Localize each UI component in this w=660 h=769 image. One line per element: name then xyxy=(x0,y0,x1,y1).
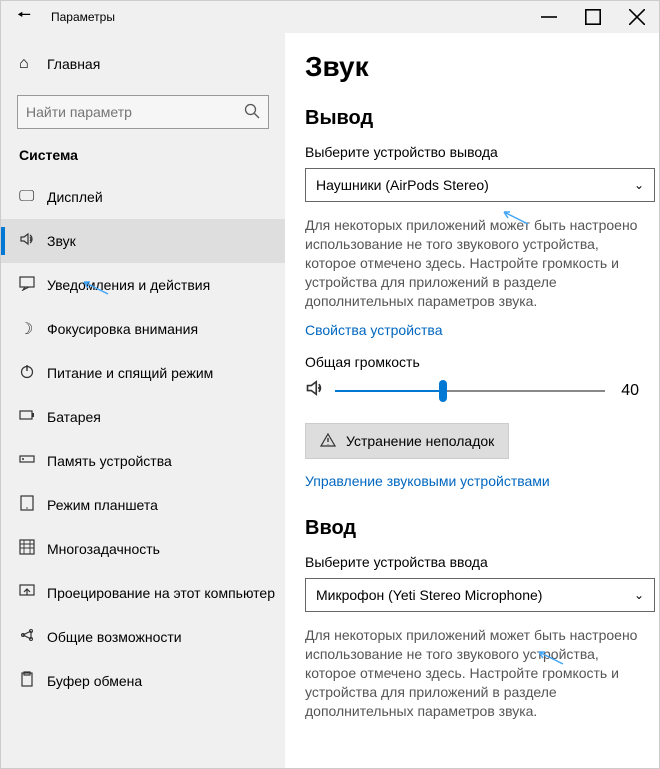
volume-label: Общая громкость xyxy=(305,354,639,370)
sidebar-item-label: Фокусировка внимания xyxy=(47,321,198,337)
sidebar: ⌂ Главная Система 🖵 Дисплей Звук Уведомл… xyxy=(1,33,285,768)
multitask-icon xyxy=(19,539,47,560)
sidebar-item-label: Батарея xyxy=(47,409,101,425)
content-pane: Звук Вывод Выберите устройство вывода На… xyxy=(285,33,659,768)
speaker-icon[interactable] xyxy=(305,378,325,403)
close-button[interactable] xyxy=(615,1,659,33)
output-heading: Вывод xyxy=(305,107,639,130)
output-device-selected: Наушники (AirPods Stereo) xyxy=(316,177,634,193)
sidebar-item-label: Многозадачность xyxy=(47,541,160,557)
input-description: Для некоторых приложений может быть наст… xyxy=(305,626,639,720)
page-title: Звук xyxy=(305,51,639,83)
sidebar-item-shared[interactable]: Общие возможности xyxy=(1,615,285,659)
sidebar-item-display[interactable]: 🖵 Дисплей xyxy=(1,175,285,219)
clipboard-icon xyxy=(19,671,47,692)
tablet-icon xyxy=(19,495,47,516)
sidebar-item-label: Дисплей xyxy=(47,189,103,205)
volume-value: 40 xyxy=(621,382,639,400)
search-box[interactable] xyxy=(17,95,269,129)
sidebar-item-label: Общие возможности xyxy=(47,629,182,645)
sidebar-item-label: Питание и спящий режим xyxy=(47,365,213,381)
chevron-down-icon: ⌄ xyxy=(634,588,644,602)
sidebar-item-label: Звук xyxy=(47,233,76,249)
input-heading: Ввод xyxy=(305,517,639,540)
sidebar-item-storage[interactable]: Память устройства xyxy=(1,439,285,483)
warning-icon xyxy=(320,432,336,451)
sidebar-item-label: Уведомления и действия xyxy=(47,277,210,293)
maximize-button[interactable] xyxy=(571,1,615,33)
sidebar-item-clipboard[interactable]: Буфер обмена xyxy=(1,659,285,703)
battery-icon xyxy=(19,407,47,428)
troubleshoot-label: Устранение неполадок xyxy=(346,433,494,449)
minimize-button[interactable] xyxy=(527,1,571,33)
sidebar-item-focus[interactable]: ☽ Фокусировка внимания xyxy=(1,307,285,351)
notifications-icon xyxy=(19,275,47,296)
chevron-down-icon: ⌄ xyxy=(634,178,644,192)
power-icon xyxy=(19,363,47,384)
window-title: Параметры xyxy=(47,10,527,24)
display-icon: 🖵 xyxy=(19,188,47,206)
input-select-label: Выберите устройства ввода xyxy=(305,554,639,570)
troubleshoot-button[interactable]: Устранение неполадок xyxy=(305,423,509,459)
sidebar-item-label: Проецирование на этот компьютер xyxy=(47,585,275,601)
device-properties-link[interactable]: Свойства устройства xyxy=(305,322,639,338)
sidebar-item-projecting[interactable]: Проецирование на этот компьютер xyxy=(1,571,285,615)
volume-row: 40 xyxy=(305,378,639,403)
sidebar-item-sound[interactable]: Звук xyxy=(1,219,285,263)
home-nav[interactable]: ⌂ Главная xyxy=(1,43,285,85)
sidebar-item-label: Режим планшета xyxy=(47,497,158,513)
home-label: Главная xyxy=(47,56,100,72)
sound-icon xyxy=(19,231,47,252)
sidebar-item-label: Память устройства xyxy=(47,453,172,469)
output-device-dropdown[interactable]: Наушники (AirPods Stereo) ⌄ xyxy=(305,168,655,202)
section-heading: Система xyxy=(1,147,285,175)
back-button[interactable]: 🠔 xyxy=(1,4,47,31)
maximize-icon xyxy=(585,9,601,25)
home-icon: ⌂ xyxy=(19,55,47,73)
sidebar-item-power[interactable]: Питание и спящий режим xyxy=(1,351,285,395)
output-description: Для некоторых приложений может быть наст… xyxy=(305,216,639,310)
search-input[interactable] xyxy=(26,104,244,120)
sidebar-item-battery[interactable]: Батарея xyxy=(1,395,285,439)
volume-slider[interactable] xyxy=(335,390,605,392)
storage-icon xyxy=(19,451,47,472)
titlebar: 🠔 Параметры xyxy=(1,1,659,33)
minimize-icon xyxy=(541,9,557,25)
manage-devices-link[interactable]: Управление звуковыми устройствами xyxy=(305,473,639,489)
sidebar-item-notifications[interactable]: Уведомления и действия xyxy=(1,263,285,307)
search-icon xyxy=(244,103,260,122)
shared-icon xyxy=(19,627,47,648)
sidebar-item-label: Буфер обмена xyxy=(47,673,142,689)
output-select-label: Выберите устройство вывода xyxy=(305,144,639,160)
close-icon xyxy=(629,9,645,25)
focus-icon: ☽ xyxy=(19,319,47,339)
sidebar-item-tablet[interactable]: Режим планшета xyxy=(1,483,285,527)
input-device-selected: Микрофон (Yeti Stereo Microphone) xyxy=(316,587,634,603)
sidebar-item-multitask[interactable]: Многозадачность xyxy=(1,527,285,571)
input-device-dropdown[interactable]: Микрофон (Yeti Stereo Microphone) ⌄ xyxy=(305,578,655,612)
projecting-icon xyxy=(19,583,47,604)
